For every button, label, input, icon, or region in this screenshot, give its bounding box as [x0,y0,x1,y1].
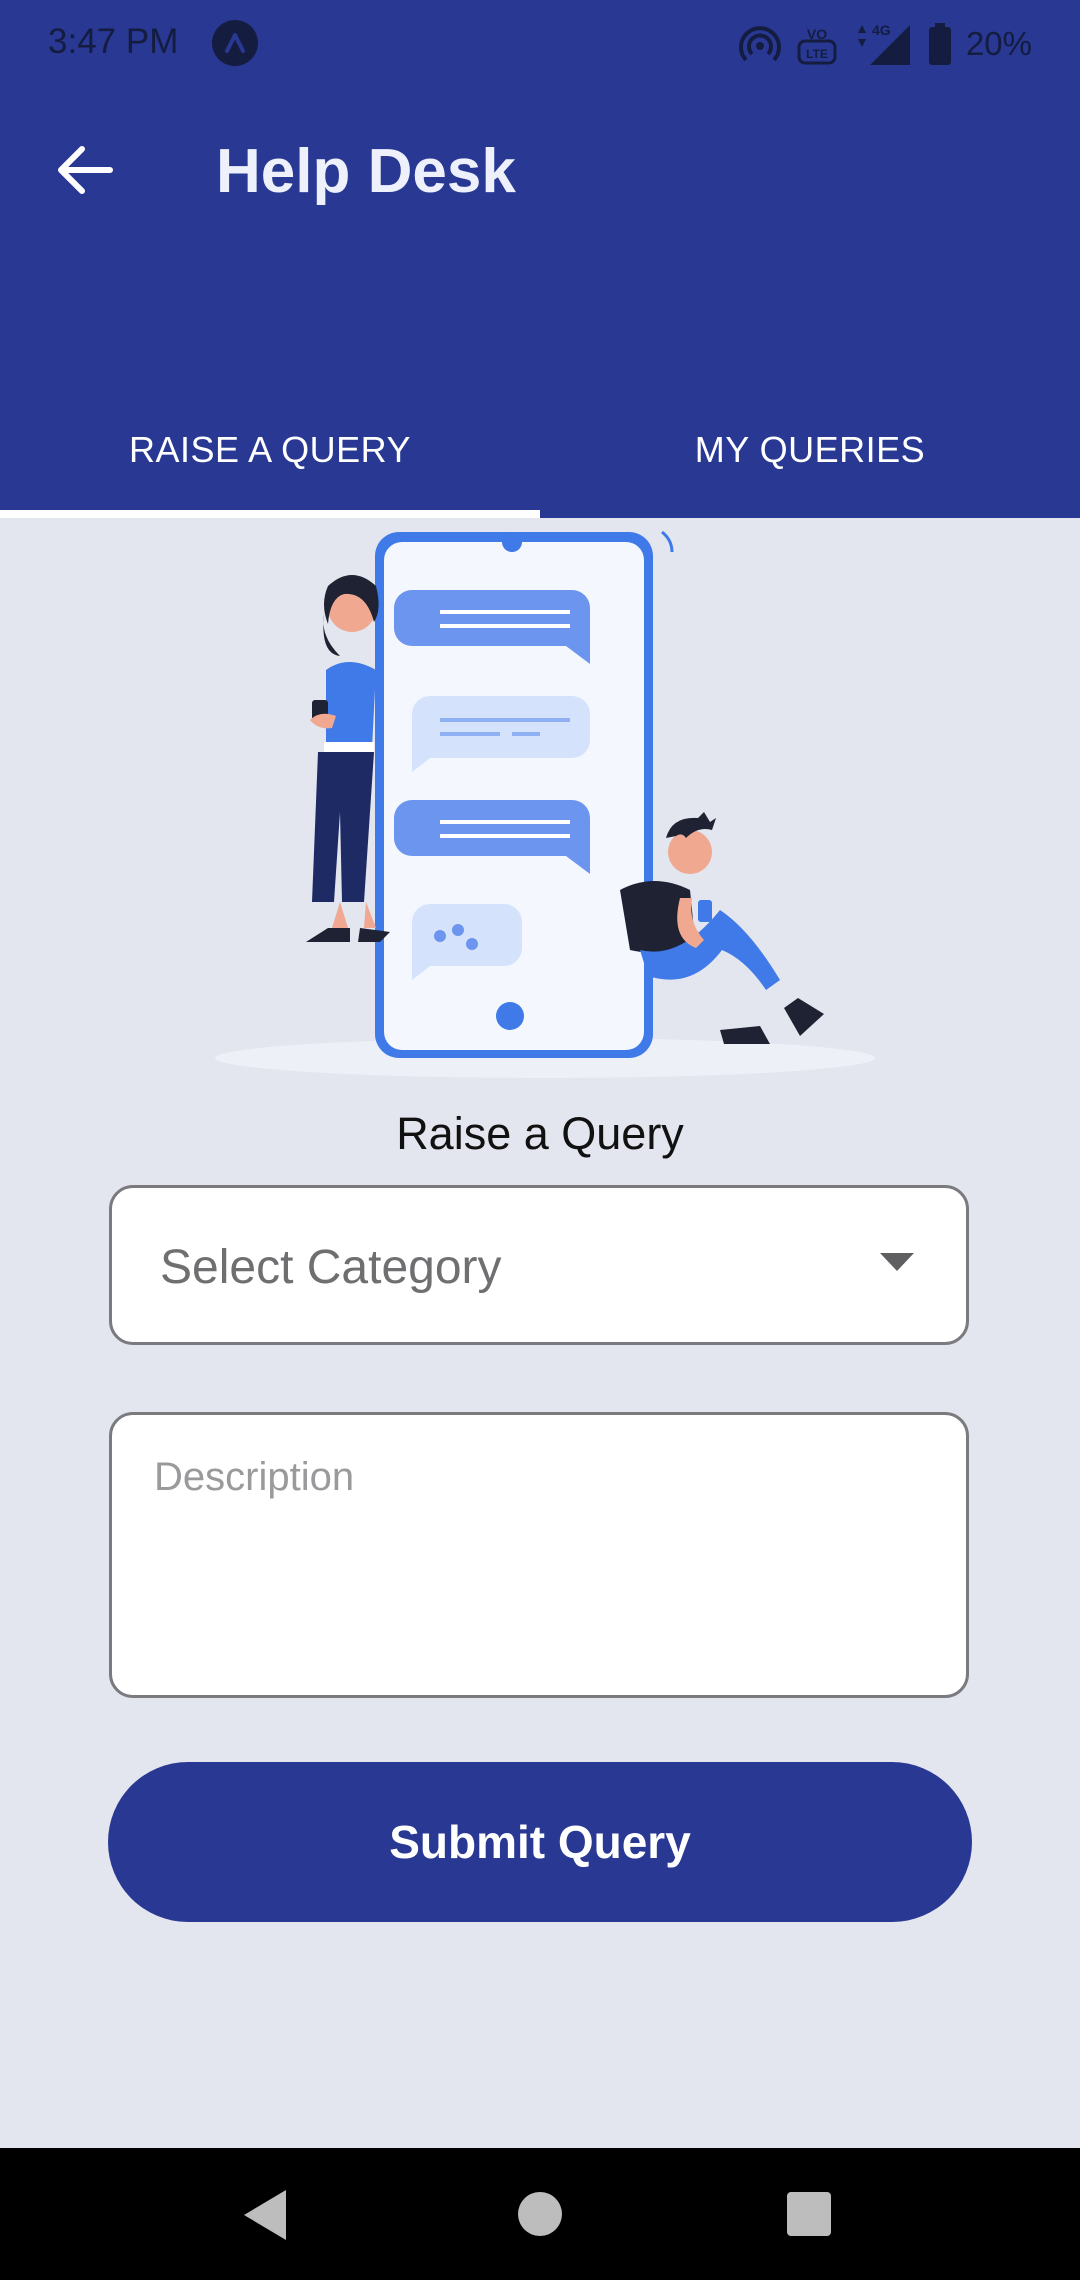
signal-4g-icon: 4G [857,22,910,65]
nav-recents-icon[interactable] [787,2192,831,2236]
category-select[interactable]: Select Category [109,1185,969,1345]
nav-back-icon[interactable] [240,2188,290,2242]
svg-text:VO: VO [807,26,827,42]
volte-icon: VO LTE [797,26,837,65]
category-select-placeholder: Select Category [160,1241,502,1294]
app-notification-icon [212,20,258,66]
submit-query-button[interactable]: Submit Query [108,1762,972,1922]
battery-icon [928,23,951,65]
description-field[interactable] [109,1412,969,1698]
status-bar: 3:47 PM VO LTE 4G 20% [0,0,1080,90]
tab-raise-query[interactable]: RAISE A QUERY [0,400,540,518]
back-arrow-icon[interactable] [50,135,120,205]
form-heading: Raise a Query [396,1108,684,1159]
nav-home-icon[interactable] [518,2192,562,2236]
app-bar: 3:47 PM VO LTE 4G 20% Help Desk RAISE A … [0,0,1080,518]
svg-text:4G: 4G [872,22,891,38]
description-input[interactable] [152,1453,926,1657]
status-icons: VO LTE 4G 20% [738,20,1032,68]
tab-bar: RAISE A QUERY MY QUERIES [0,400,1080,518]
selected-tab-indicator [0,510,540,518]
tab-my-queries[interactable]: MY QUERIES [540,400,1080,518]
battery-percent: 20% [965,25,1032,62]
help-desk-illustration [200,520,890,1080]
page-title: Help Desk [216,137,516,206]
dropdown-arrow-icon [880,1253,914,1271]
svg-text:LTE: LTE [806,47,828,61]
system-nav-bar [0,2148,1080,2280]
status-time: 3:47 PM [48,22,179,61]
hotspot-icon [738,26,781,62]
